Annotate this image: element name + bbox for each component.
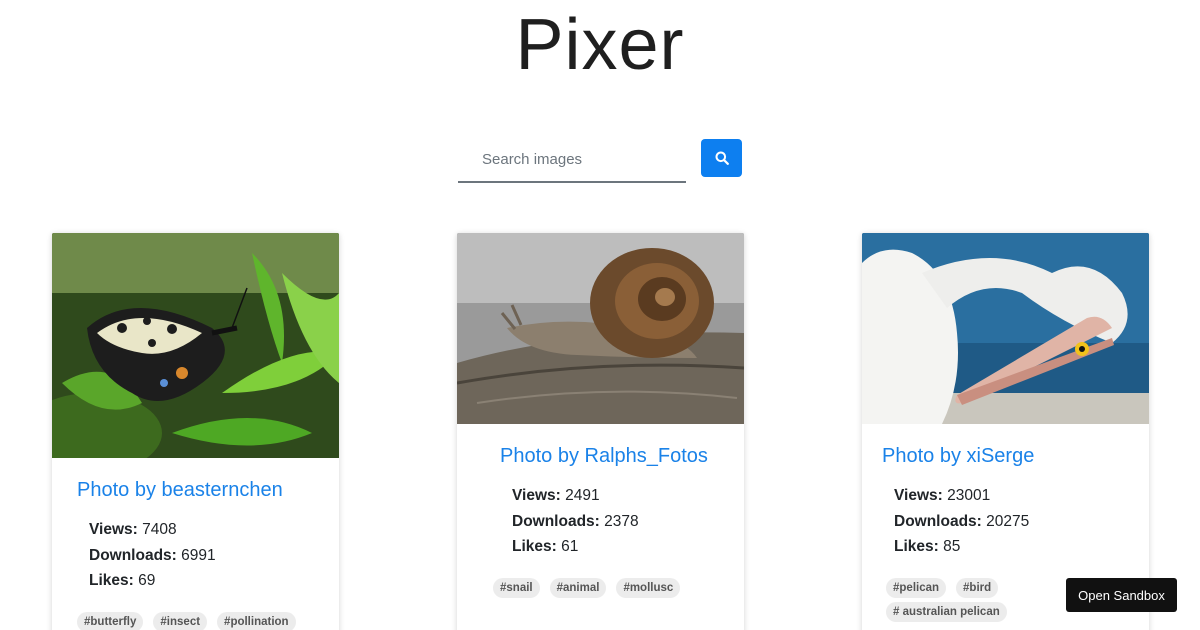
photo-author-link[interactable]: Photo by beasternchen bbox=[77, 479, 314, 502]
photo-author-link[interactable]: Photo by Ralphs_Fotos bbox=[500, 445, 719, 468]
open-sandbox-button[interactable]: Open Sandbox bbox=[1066, 578, 1177, 612]
tag-badge: # australian pelican bbox=[886, 601, 1007, 622]
image-card: Photo by xiSerge Views: 23001 Downloads:… bbox=[862, 233, 1149, 630]
page-title: Pixer bbox=[515, 5, 685, 85]
tag-list: #pelican #bird # australian pelican bbox=[886, 577, 1026, 622]
downloads-stat: Downloads: 6991 bbox=[89, 546, 216, 564]
tag-list: #snail #animal #mollusc bbox=[493, 577, 719, 598]
downloads-stat: Downloads: 20275 bbox=[894, 512, 1030, 530]
likes-stat: Likes: 85 bbox=[894, 538, 961, 555]
tag-badge: #animal bbox=[549, 577, 607, 598]
photo-stats: Views: 23001 Downloads: 20275 Likes: 85 bbox=[882, 483, 1124, 560]
tag-badge: #butterfly bbox=[77, 611, 144, 630]
image-card: Photo by Ralphs_Fotos Views: 2491 Downlo… bbox=[457, 233, 744, 630]
image-card: Photo by beasternchen Views: 7408 Downlo… bbox=[52, 233, 339, 630]
tag-badge: #pollination bbox=[217, 611, 296, 630]
photo-stats: Views: 7408 Downloads: 6991 Likes: 69 bbox=[77, 517, 314, 594]
photo-stats: Views: 2491 Downloads: 2378 Likes: 61 bbox=[500, 483, 719, 560]
tag-badge: #snail bbox=[493, 577, 540, 598]
likes-stat: Likes: 69 bbox=[89, 572, 156, 589]
tag-badge: #insect bbox=[153, 611, 208, 630]
likes-stat: Likes: 61 bbox=[512, 538, 579, 555]
views-stat: Views: 2491 bbox=[512, 487, 600, 504]
tag-badge: #mollusc bbox=[616, 577, 681, 598]
downloads-stat: Downloads: 2378 bbox=[512, 512, 639, 530]
search-button[interactable] bbox=[701, 139, 742, 177]
search-icon bbox=[715, 151, 729, 165]
tag-badge: #bird bbox=[956, 577, 999, 598]
photo-author-link[interactable]: Photo by xiSerge bbox=[882, 445, 1124, 468]
views-stat: Views: 7408 bbox=[89, 521, 177, 538]
views-stat: Views: 23001 bbox=[894, 487, 991, 504]
card-photo[interactable] bbox=[862, 233, 1149, 424]
card-photo[interactable] bbox=[52, 233, 339, 458]
search-form bbox=[458, 138, 742, 183]
tag-list: #butterfly #insect #pollination bbox=[77, 611, 314, 630]
search-input[interactable] bbox=[458, 138, 686, 183]
card-photo[interactable] bbox=[457, 233, 744, 424]
tag-badge: #pelican bbox=[886, 577, 947, 598]
